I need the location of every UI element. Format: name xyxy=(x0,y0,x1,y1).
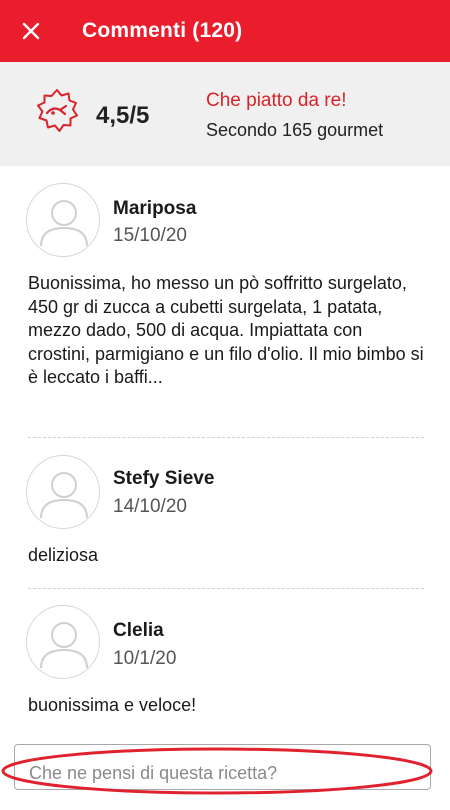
comment-text: buonissima e veloce! xyxy=(28,695,197,715)
user-avatar-icon xyxy=(40,622,88,669)
rating-value: 4,5/5 xyxy=(96,102,150,129)
comment-date: 15/10/20 xyxy=(113,225,187,246)
close-icon xyxy=(22,22,40,40)
comment-text: Buonissima, ho messo un pò soffritto sur… xyxy=(28,273,424,387)
close-button[interactable] xyxy=(0,0,62,62)
rating-count: Secondo 165 gourmet xyxy=(206,120,384,140)
comment-text: deliziosa xyxy=(28,545,99,565)
avatar xyxy=(26,605,100,679)
comment-date: 14/10/20 xyxy=(113,496,187,517)
rating-phrase: Che piatto da re! xyxy=(206,90,347,111)
app-header: Commenti (120) xyxy=(0,0,450,62)
comment-author: Clelia xyxy=(113,620,164,641)
avatar xyxy=(26,183,100,257)
divider xyxy=(28,588,424,589)
comment-author: Stefy Sieve xyxy=(113,468,215,489)
rating-summary: 4,5/5 Che piatto da re! Secondo 165 gour… xyxy=(0,62,450,166)
comment-date: 10/1/20 xyxy=(113,648,177,669)
divider xyxy=(28,437,424,438)
user-avatar-icon xyxy=(40,472,88,519)
comment-input-box[interactable] xyxy=(14,744,431,790)
page-title: Commenti (120) xyxy=(82,19,243,42)
avatar xyxy=(26,455,100,529)
comment-author: Mariposa xyxy=(113,198,197,219)
medal-icon xyxy=(37,89,78,132)
user-avatar-icon xyxy=(40,200,88,247)
comment-input[interactable] xyxy=(15,745,430,789)
